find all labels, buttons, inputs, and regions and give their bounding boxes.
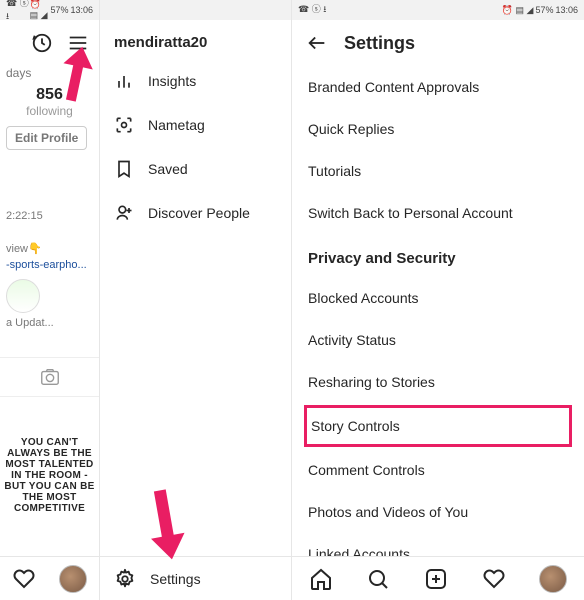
days-label: days xyxy=(6,66,93,80)
settings-item-story-controls[interactable]: Story Controls xyxy=(304,405,572,447)
drawer-item-label: Saved xyxy=(148,161,188,177)
status-bar: ☎ ⓢ ⭳ ⏰ ▤ ◢ 57% 13:06 xyxy=(292,0,584,20)
settings-item[interactable]: Activity Status xyxy=(292,319,584,361)
settings-item[interactable]: Comment Controls xyxy=(292,449,584,491)
hamburger-menu-icon[interactable] xyxy=(67,32,89,54)
activity-icon[interactable] xyxy=(12,567,36,591)
settings-item[interactable]: Tutorials xyxy=(292,150,584,192)
home-icon[interactable] xyxy=(309,567,333,591)
feed-link[interactable]: -sports-earpho... xyxy=(6,259,93,271)
search-icon[interactable] xyxy=(366,567,390,591)
feed-name: a Updat... xyxy=(6,317,93,329)
drawer-item-label: Nametag xyxy=(148,117,205,133)
profile-panel: ☎ ⓢ ⭳ ⏰ ▤ ◢ 57% 13:06 days 856 following… xyxy=(0,0,100,600)
settings-item[interactable]: Switch Back to Personal Account xyxy=(292,192,584,234)
drawer-panel: mendiratta20 Insights Nametag Saved Disc… xyxy=(100,0,292,600)
drawer-item-label: Insights xyxy=(148,73,196,89)
drawer-settings-button[interactable]: Settings xyxy=(100,556,291,600)
following-label: following xyxy=(6,104,93,118)
feed-text: view👇 xyxy=(6,242,93,255)
edit-profile-button[interactable]: Edit Profile xyxy=(6,126,87,150)
new-post-icon[interactable] xyxy=(424,567,448,591)
settings-item[interactable]: Blocked Accounts xyxy=(292,277,584,319)
status-bar xyxy=(100,0,291,20)
story-avatar[interactable] xyxy=(6,279,40,313)
profile-tab-icon[interactable] xyxy=(59,565,87,593)
settings-item[interactable]: Branded Content Approvals xyxy=(292,66,584,108)
section-header: Privacy and Security xyxy=(292,234,584,277)
status-bar: ☎ ⓢ ⭳ ⏰ ▤ ◢ 57% 13:06 xyxy=(0,0,99,20)
drawer-username: mendiratta20 xyxy=(100,20,291,59)
drawer-item-discover[interactable]: Discover People xyxy=(100,191,291,235)
gear-icon xyxy=(114,568,136,590)
grid-tab-icon[interactable] xyxy=(0,357,99,397)
activity-icon[interactable] xyxy=(482,567,506,591)
following-count[interactable]: 856 xyxy=(6,86,93,104)
settings-item[interactable]: Photos and Videos of You xyxy=(292,491,584,533)
profile-tab-icon[interactable] xyxy=(539,565,567,593)
page-title: Settings xyxy=(344,33,415,54)
archive-icon[interactable] xyxy=(31,32,53,54)
feed-time: 2:22:15 xyxy=(6,210,93,222)
bottom-nav xyxy=(292,556,584,600)
settings-item[interactable]: Quick Replies xyxy=(292,108,584,150)
settings-item[interactable]: Resharing to Stories xyxy=(292,361,584,403)
drawer-item-saved[interactable]: Saved xyxy=(100,147,291,191)
drawer-item-label: Discover People xyxy=(148,205,250,221)
settings-label: Settings xyxy=(150,571,201,587)
drawer-item-insights[interactable]: Insights xyxy=(100,59,291,103)
settings-panel: ☎ ⓢ ⭳ ⏰ ▤ ◢ 57% 13:06 Settings Branded C… xyxy=(292,0,584,600)
drawer-item-nametag[interactable]: Nametag xyxy=(100,103,291,147)
back-icon[interactable] xyxy=(306,32,328,54)
post-thumbnail[interactable]: YOU CAN'T ALWAYS BE THE MOST TALENTED IN… xyxy=(0,437,99,514)
